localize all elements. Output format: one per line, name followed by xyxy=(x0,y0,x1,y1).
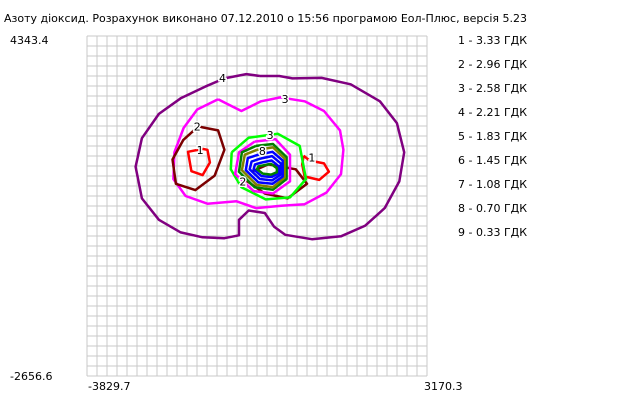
contour-lines xyxy=(134,72,406,241)
legend-item: 4 - 2.21 ГДК xyxy=(458,106,528,119)
contour-label: 2 xyxy=(239,175,246,188)
contour-label: 2 xyxy=(194,121,201,134)
contour-label: 8 xyxy=(259,145,266,158)
contour-label: 4 xyxy=(219,72,226,85)
contour-label: 1 xyxy=(308,152,315,165)
legend-item: 5 - 1.83 ГДК xyxy=(458,130,528,143)
contour-plot: 4 3 3 2 1 1 2 8 xyxy=(86,35,428,377)
legend-item: 2 - 2.96 ГДК xyxy=(458,58,528,71)
legend-item: 1 - 3.33 ГДК xyxy=(458,34,528,47)
grid xyxy=(86,35,428,377)
contour-label: 3 xyxy=(267,129,274,142)
legend-item: 7 - 1.08 ГДК xyxy=(458,178,528,191)
contour-label: 3 xyxy=(282,93,289,106)
legend-item: 8 - 0.70 ГДК xyxy=(458,202,528,215)
contour-label: 1 xyxy=(197,144,204,157)
legend-item: 3 - 2.58 ГДК xyxy=(458,82,528,95)
legend-item: 6 - 1.45 ГДК xyxy=(458,154,528,167)
legend: 1 - 3.33 ГДК 2 - 2.96 ГДК 3 - 2.58 ГДК 4… xyxy=(458,34,527,250)
legend-item: 9 - 0.33 ГДК xyxy=(458,226,528,239)
